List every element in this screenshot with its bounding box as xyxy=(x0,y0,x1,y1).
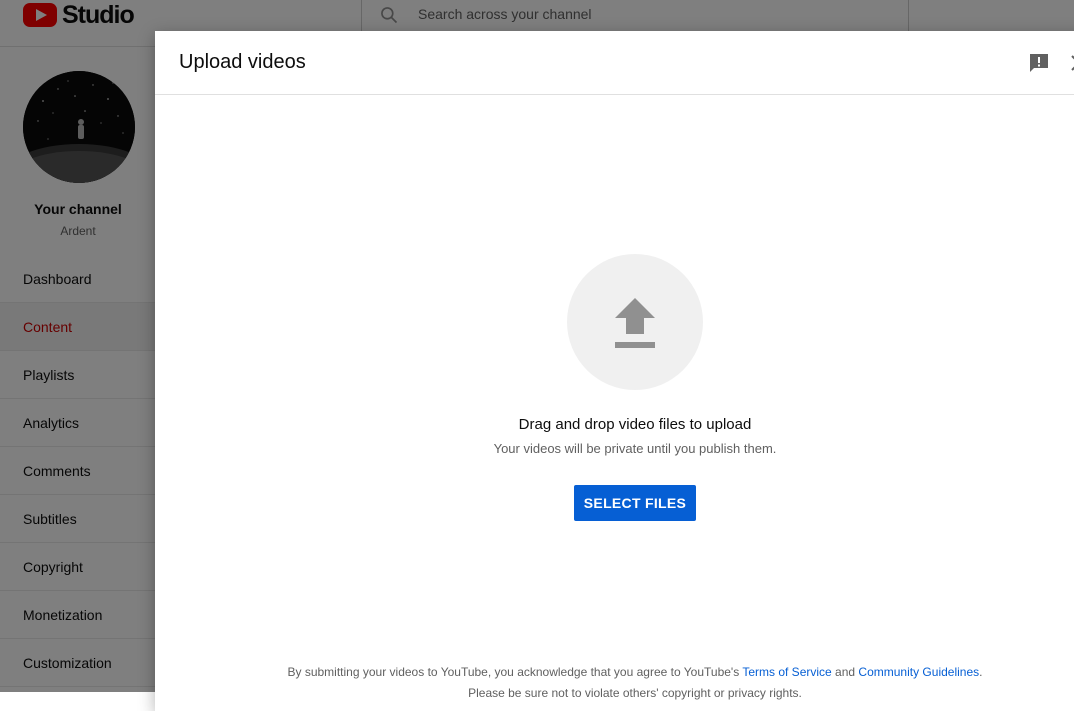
drop-subtitle: Your videos will be private until you pu… xyxy=(493,441,777,456)
select-files-button[interactable]: SELECT FILES xyxy=(574,485,696,521)
upload-arrow-icon xyxy=(615,298,655,348)
community-guidelines-link[interactable]: Community Guidelines xyxy=(858,665,979,679)
legal-text-line-2: Please be sure not to violate others' co… xyxy=(468,686,802,700)
legal-conjunction: and xyxy=(835,665,856,679)
legal-suffix: . xyxy=(979,665,983,679)
legal-prefix: By submitting your videos to YouTube, yo… xyxy=(287,665,740,679)
dialog-title: Upload videos xyxy=(179,51,306,73)
drop-title: Drag and drop video files to upload xyxy=(518,416,752,433)
legal-text: By submitting your videos to YouTube, yo… xyxy=(155,665,1074,679)
upload-drop-zone[interactable] xyxy=(567,254,703,390)
dialog-header: Upload videos xyxy=(155,31,1074,95)
feedback-icon[interactable] xyxy=(1027,51,1051,75)
terms-of-service-link[interactable]: Terms of Service xyxy=(742,665,831,679)
upload-dialog: Upload videos Drag and drop video files … xyxy=(155,31,1074,711)
close-icon[interactable] xyxy=(1067,51,1074,75)
